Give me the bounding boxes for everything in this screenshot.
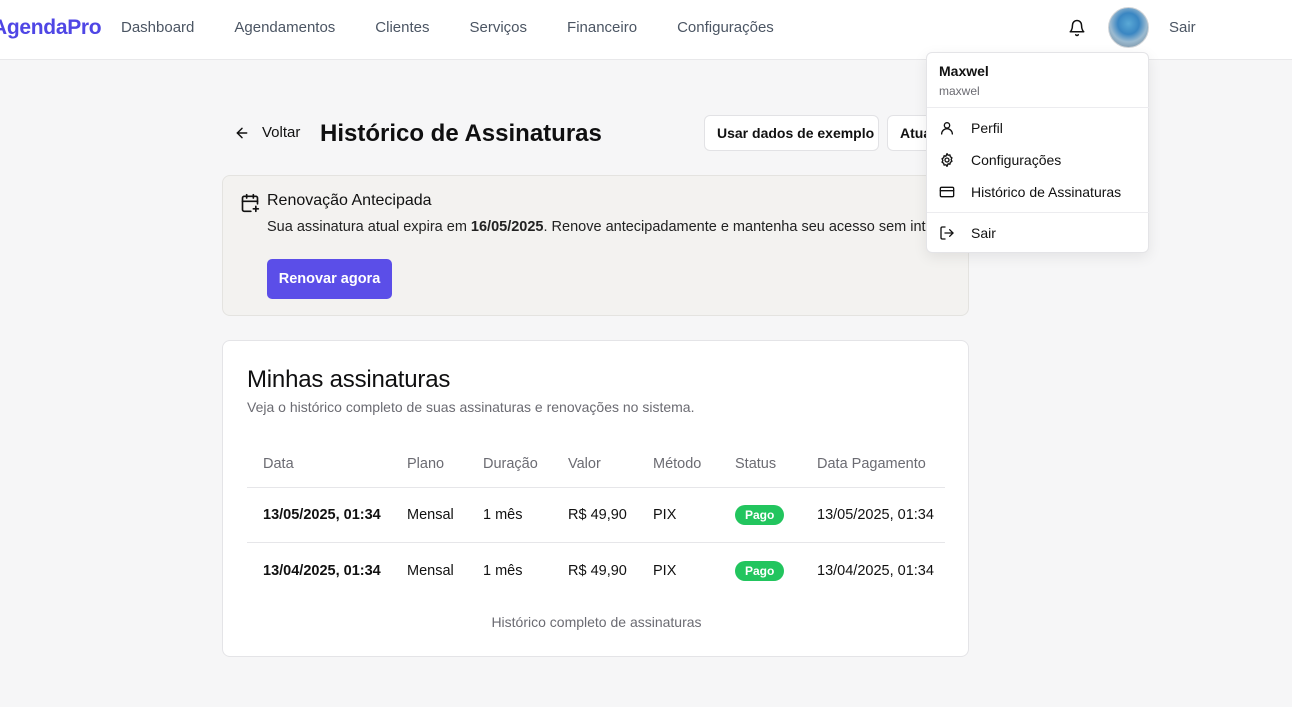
nav-link-financeiro[interactable]: Financeiro — [567, 19, 637, 36]
main-nav: Dashboard Agendamentos Clientes Serviços… — [121, 19, 774, 36]
column-header-data-pagamento: Data Pagamento — [817, 455, 926, 472]
subscriptions-table: Data Plano Duração Valor Método Status D… — [247, 438, 945, 598]
nav-link-configuracoes[interactable]: Configurações — [677, 19, 774, 36]
logout-link[interactable]: Sair — [1169, 19, 1196, 36]
cell-status: Pago — [735, 543, 785, 598]
cell-duration: 1 mês — [483, 507, 523, 523]
cell-method: PIX — [653, 507, 677, 523]
brand-logo[interactable]: AgendaPro — [0, 16, 102, 40]
subscriptions-title: Minhas assinaturas — [247, 366, 451, 393]
nav-link-clientes[interactable]: Clientes — [375, 19, 429, 36]
cell-date: 13/05/2025, 01:34 — [263, 507, 381, 523]
cell-payment-date: 13/04/2025, 01:34 — [817, 562, 934, 579]
calendar-plus-icon — [241, 193, 260, 213]
user-icon — [941, 122, 953, 135]
menu-divider — [927, 107, 1150, 108]
cell-value: R$ 49,90 — [568, 562, 627, 579]
column-header-valor: Valor — [568, 455, 601, 472]
gear-icon — [941, 153, 953, 167]
renewal-text-prefix: Sua assinatura atual expira em — [267, 219, 471, 235]
cell-date: 13/04/2025, 01:34 — [263, 562, 381, 579]
early-renewal-card: Renovação Antecipada Sua assinatura atua… — [222, 175, 969, 316]
logout-icon — [940, 226, 954, 240]
renew-now-button[interactable]: Renovar agora — [267, 259, 392, 299]
cell-plan: Mensal — [407, 507, 454, 523]
renewal-text-suffix: . Renove antecipadamente e mantenha seu … — [543, 219, 969, 235]
column-header-duracao: Duração — [483, 455, 538, 472]
status-badge: Pago — [735, 560, 785, 581]
menu-item-label: Histórico de Assinaturas — [971, 184, 1122, 200]
nav-link-agendamentos[interactable]: Agendamentos — [234, 19, 335, 36]
credit-card-icon — [939, 186, 955, 198]
page-title: Histórico de Assinaturas — [320, 120, 602, 147]
cell-value: R$ 49,90 — [568, 507, 627, 523]
column-header-plano: Plano — [407, 455, 445, 472]
menu-item-label: Configurações — [971, 152, 1062, 168]
column-header-status: Status — [735, 455, 777, 472]
column-header-metodo: Método — [653, 455, 702, 472]
arrow-left-icon — [236, 127, 248, 138]
menu-item-label: Perfil — [971, 120, 1003, 136]
back-label: Voltar — [262, 124, 301, 141]
column-header-data: Data — [263, 455, 294, 472]
cell-method: PIX — [653, 562, 677, 579]
renewal-expiry-date: 16/05/2025 — [470, 219, 544, 235]
nav-link-servicos[interactable]: Serviços — [470, 19, 528, 36]
cell-duration: 1 mês — [483, 562, 523, 579]
renewal-title: Renovação Antecipada — [267, 192, 432, 209]
top-navbar: AgendaPro Dashboard Agendamentos Cliente… — [0, 0, 1292, 60]
user-menu-dropdown: Maxwel maxwel Perfil Configurações Histó… — [926, 52, 1150, 253]
avatar[interactable] — [1108, 7, 1149, 48]
subscriptions-description: Veja o histórico completo de suas assina… — [247, 399, 695, 415]
table-caption: Histórico completo de assinaturas — [491, 614, 702, 630]
menu-item-sair[interactable]: Sair — [927, 218, 1150, 248]
nav-link-dashboard[interactable]: Dashboard — [121, 19, 194, 36]
use-example-data-button[interactable]: Usar dados de exemplo — [704, 115, 879, 151]
menu-divider — [927, 212, 1150, 213]
table-row: 13/04/2025, 01:34 Mensal 1 mês R$ 49,90 … — [247, 543, 945, 598]
back-button[interactable]: Voltar — [234, 124, 300, 141]
user-menu-username: maxwel — [939, 84, 980, 98]
status-badge: Pago — [735, 505, 785, 525]
menu-item-label: Sair — [971, 225, 996, 241]
subscriptions-card: Minhas assinaturas Veja o histórico comp… — [222, 340, 969, 657]
menu-item-configuracoes[interactable]: Configurações — [927, 145, 1150, 175]
renewal-text: Sua assinatura atual expira em 16/05/202… — [267, 219, 969, 235]
page-header: Voltar Histórico de Assinaturas Usar dad… — [222, 114, 982, 154]
table-header-row: Data Plano Duração Valor Método Status D… — [247, 438, 945, 488]
bell-icon[interactable] — [1068, 18, 1086, 38]
menu-item-perfil[interactable]: Perfil — [927, 113, 1150, 143]
user-menu-name: Maxwel — [939, 63, 989, 79]
cell-payment-date: 13/05/2025, 01:34 — [817, 507, 934, 523]
menu-item-historico-assinaturas[interactable]: Histórico de Assinaturas — [927, 177, 1150, 207]
cell-status: Pago — [735, 488, 785, 542]
table-row: 13/05/2025, 01:34 Mensal 1 mês R$ 49,90 … — [247, 488, 945, 543]
cell-plan: Mensal — [407, 562, 454, 579]
